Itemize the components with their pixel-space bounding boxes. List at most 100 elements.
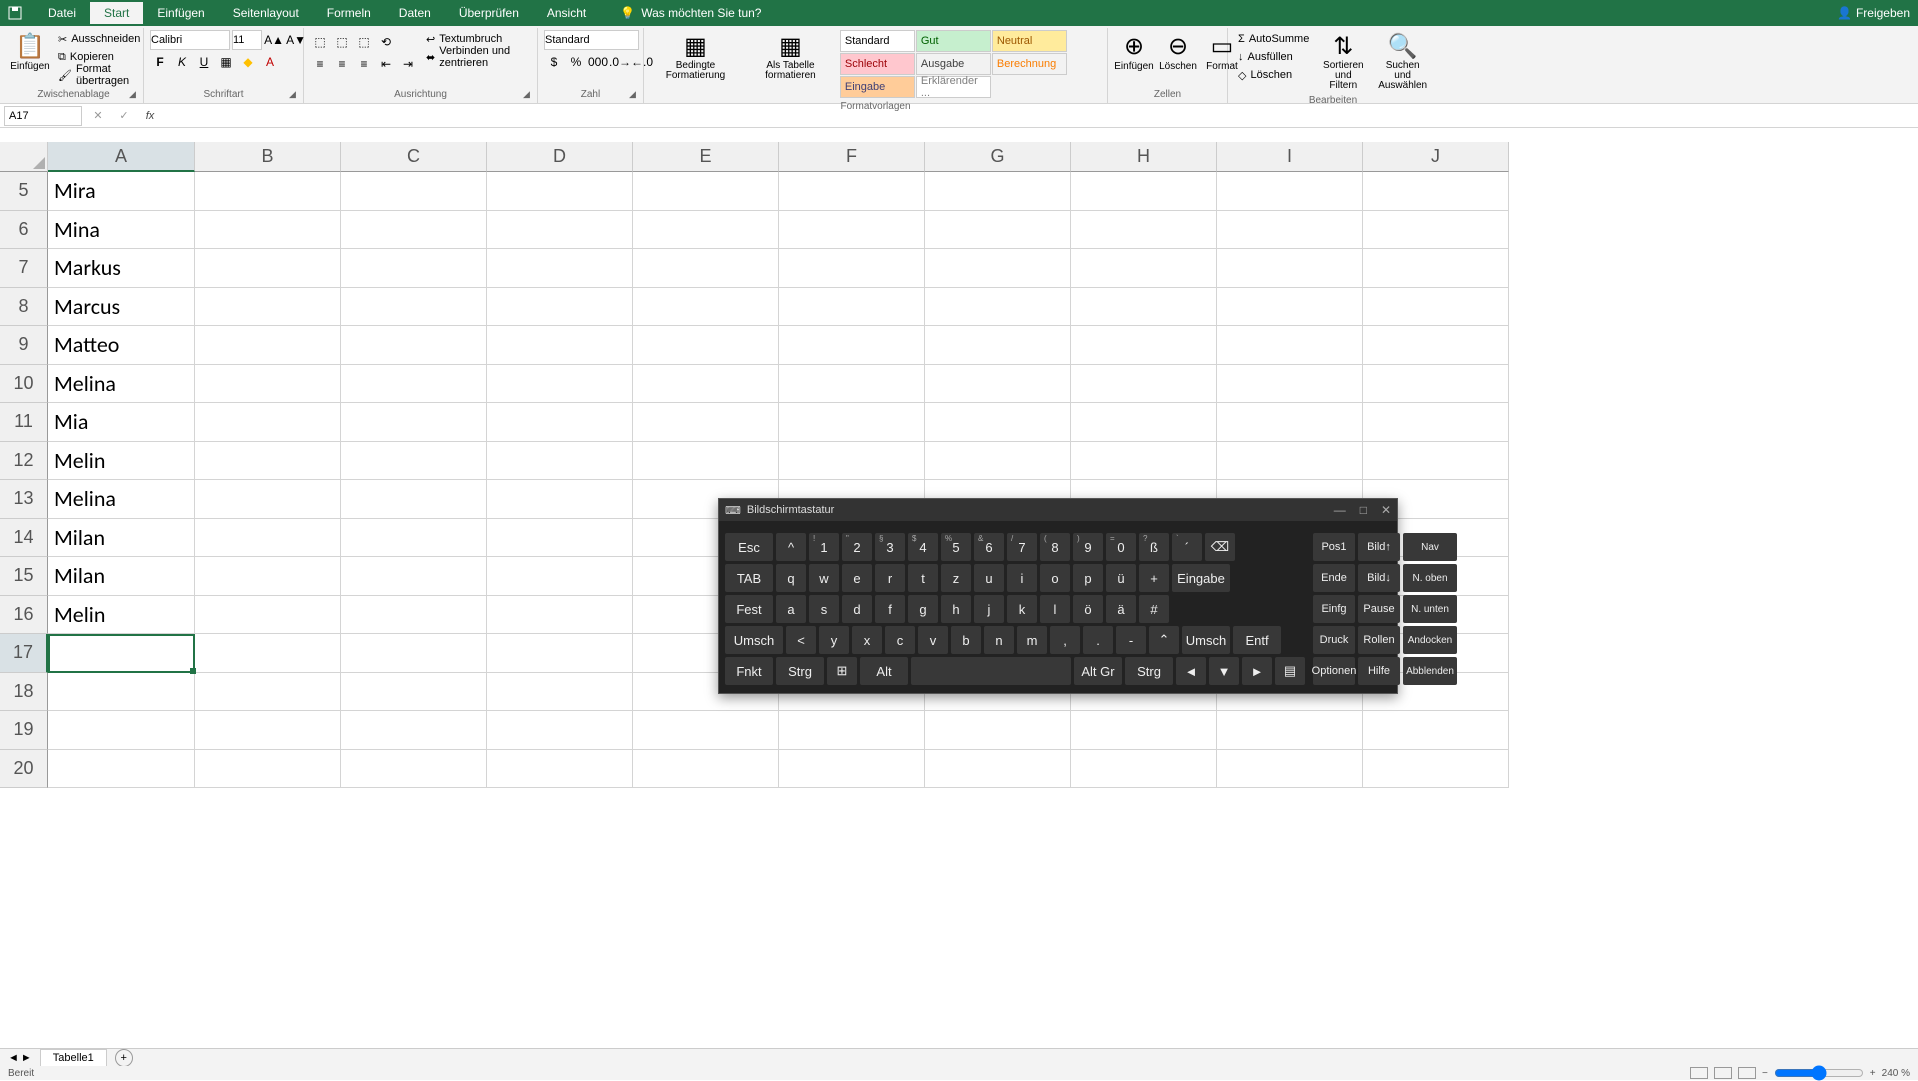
cell-B18[interactable]	[195, 673, 341, 712]
cell-D18[interactable]	[487, 673, 633, 712]
osk-key[interactable]: Bild↑	[1358, 533, 1400, 561]
fill-color-button[interactable]: ◆	[238, 52, 258, 72]
cell-F19[interactable]	[779, 711, 925, 750]
percent-button[interactable]: %	[566, 52, 586, 72]
cell-F6[interactable]	[779, 211, 925, 250]
osk-key[interactable]: h	[941, 595, 971, 623]
cell-B13[interactable]	[195, 480, 341, 519]
tab-start[interactable]: Start	[90, 2, 143, 24]
number-launcher[interactable]: ◢	[629, 89, 641, 101]
cut-button[interactable]: ✂Ausschneiden	[54, 30, 144, 48]
cell-B5[interactable]	[195, 172, 341, 211]
cell-D9[interactable]	[487, 326, 633, 365]
col-header-G[interactable]: G	[925, 142, 1071, 172]
col-header-H[interactable]: H	[1071, 142, 1217, 172]
cell-B16[interactable]	[195, 596, 341, 635]
row-header-9[interactable]: 9	[0, 326, 48, 365]
osk-key[interactable]: e	[842, 564, 872, 592]
osk-key[interactable]: 9)	[1073, 533, 1103, 561]
osk-key[interactable]: i	[1007, 564, 1037, 592]
cell-H7[interactable]	[1071, 249, 1217, 288]
osk-key[interactable]: Einfg	[1313, 595, 1355, 623]
paste-button[interactable]: 📋 Einfügen	[10, 30, 50, 74]
osk-key[interactable]: s	[809, 595, 839, 623]
row-header-10[interactable]: 10	[0, 365, 48, 404]
osk-key[interactable]: Hilfe	[1358, 657, 1400, 685]
align-right-button[interactable]: ≡	[354, 54, 374, 74]
osk-key[interactable]: -	[1116, 626, 1146, 654]
osk-key[interactable]: d	[842, 595, 872, 623]
osk-key[interactable]: Andocken	[1403, 626, 1457, 654]
osk-key[interactable]: j	[974, 595, 1004, 623]
cell-D10[interactable]	[487, 365, 633, 404]
cell-C13[interactable]	[341, 480, 487, 519]
cell-H9[interactable]	[1071, 326, 1217, 365]
insert-cells-button[interactable]: ⊕Einfügen	[1114, 30, 1154, 74]
osk-key[interactable]: o	[1040, 564, 1070, 592]
add-sheet-button[interactable]: +	[115, 1049, 133, 1067]
cell-A12[interactable]: Melin	[48, 442, 195, 481]
cell-D20[interactable]	[487, 750, 633, 789]
cell-D17[interactable]	[487, 634, 633, 673]
osk-key[interactable]: t	[908, 564, 938, 592]
cell-A9[interactable]: Matteo	[48, 326, 195, 365]
alignment-launcher[interactable]: ◢	[523, 89, 535, 101]
row-header-16[interactable]: 16	[0, 596, 48, 635]
cell-F9[interactable]	[779, 326, 925, 365]
save-icon[interactable]	[8, 6, 22, 20]
cell-G20[interactable]	[925, 750, 1071, 789]
cell-B7[interactable]	[195, 249, 341, 288]
bold-button[interactable]: F	[150, 52, 170, 72]
tab-überprüfen[interactable]: Überprüfen	[445, 2, 533, 24]
cell-G12[interactable]	[925, 442, 1071, 481]
cell-B8[interactable]	[195, 288, 341, 327]
row-header-8[interactable]: 8	[0, 288, 48, 327]
cell-G11[interactable]	[925, 403, 1071, 442]
cell-A6[interactable]: Mina	[48, 211, 195, 250]
italic-button[interactable]: K	[172, 52, 192, 72]
osk-key[interactable]: Optionen	[1313, 657, 1355, 685]
osk-key[interactable]: Ende	[1313, 564, 1355, 592]
row-header-11[interactable]: 11	[0, 403, 48, 442]
osk-key[interactable]: Druck	[1313, 626, 1355, 654]
cell-A5[interactable]: Mira	[48, 172, 195, 211]
cell-A7[interactable]: Markus	[48, 249, 195, 288]
osk-key[interactable]: g	[908, 595, 938, 623]
row-header-12[interactable]: 12	[0, 442, 48, 481]
cell-C5[interactable]	[341, 172, 487, 211]
osk-key[interactable]: m	[1017, 626, 1047, 654]
osk-key[interactable]: ^	[776, 533, 806, 561]
cell-H12[interactable]	[1071, 442, 1217, 481]
style-berechnung[interactable]: Berechnung	[992, 53, 1067, 75]
cell-G10[interactable]	[925, 365, 1071, 404]
osk-maximize-button[interactable]: □	[1360, 503, 1367, 517]
row-header-7[interactable]: 7	[0, 249, 48, 288]
cell-J7[interactable]	[1363, 249, 1509, 288]
cell-I9[interactable]	[1217, 326, 1363, 365]
osk-key[interactable]: N. unten	[1403, 595, 1457, 623]
osk-key[interactable]: ⌫	[1205, 533, 1235, 561]
cell-I7[interactable]	[1217, 249, 1363, 288]
style-standard[interactable]: Standard	[840, 30, 915, 52]
tab-seitenlayout[interactable]: Seitenlayout	[219, 2, 313, 24]
cell-E7[interactable]	[633, 249, 779, 288]
cell-I6[interactable]	[1217, 211, 1363, 250]
clipboard-launcher[interactable]: ◢	[129, 89, 141, 101]
tab-datei[interactable]: Datei	[34, 2, 90, 24]
clear-button[interactable]: ◇Löschen	[1234, 66, 1313, 84]
cell-H20[interactable]	[1071, 750, 1217, 789]
osk-key[interactable]: 5%	[941, 533, 971, 561]
cell-B19[interactable]	[195, 711, 341, 750]
col-header-A[interactable]: A	[48, 142, 195, 172]
osk-key[interactable]: q	[776, 564, 806, 592]
tell-me[interactable]: 💡 Was möchten Sie tun?	[620, 6, 761, 20]
zoom-in-button[interactable]: +	[1870, 1068, 1876, 1079]
osk-key[interactable]: 8(	[1040, 533, 1070, 561]
osk-key[interactable]: v	[918, 626, 948, 654]
osk-key[interactable]: 4$	[908, 533, 938, 561]
osk-key[interactable]: .	[1083, 626, 1113, 654]
share-button[interactable]: 👤 Freigeben	[1837, 6, 1910, 20]
conditional-format-button[interactable]: ▦ Bedingte Formatierung	[650, 30, 741, 83]
osk-key[interactable]: Alt	[860, 657, 908, 685]
osk-titlebar[interactable]: ⌨ Bildschirmtastatur — □ ✕	[719, 499, 1397, 521]
